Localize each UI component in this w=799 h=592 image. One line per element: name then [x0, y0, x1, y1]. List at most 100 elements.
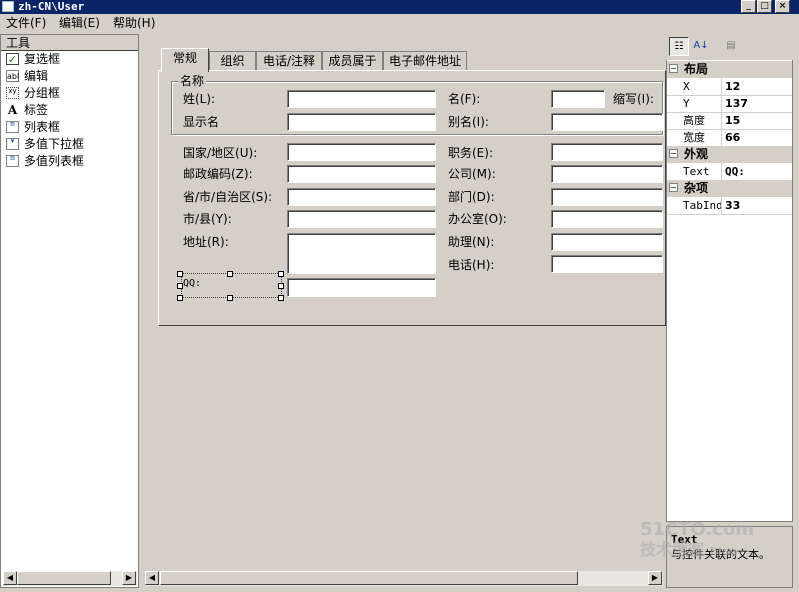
- job-title-label: 职务(E):: [448, 146, 493, 160]
- qq-label[interactable]: QQ:: [183, 276, 201, 291]
- canvas-scroll-thumb[interactable]: [160, 571, 578, 585]
- scroll-left-icon[interactable]: ◀: [145, 571, 159, 585]
- tab-member-of[interactable]: 成员属于: [322, 51, 383, 71]
- city-field[interactable]: [287, 210, 436, 228]
- address-field[interactable]: [287, 233, 436, 274]
- property-name: TabInd: [683, 197, 722, 214]
- province-field[interactable]: [287, 188, 436, 206]
- property-row-x[interactable]: X 12: [667, 78, 792, 96]
- tool-combobox[interactable]: ▾ 多值下拉框: [2, 136, 136, 153]
- qq-field[interactable]: [287, 278, 436, 297]
- property-row-y[interactable]: Y 137: [667, 95, 792, 113]
- office-field[interactable]: [551, 210, 663, 228]
- listbox-icon: ≡: [6, 121, 19, 133]
- alias-field[interactable]: [551, 113, 663, 131]
- office-label: 办公室(O):: [448, 212, 507, 226]
- collapse-icon[interactable]: −: [669, 183, 678, 192]
- tool-listbox[interactable]: ≡ 列表框: [2, 119, 136, 136]
- maximize-button[interactable]: □: [757, 0, 772, 13]
- property-value[interactable]: 15: [725, 112, 740, 129]
- job-title-field[interactable]: [551, 143, 663, 161]
- groupbox-icon: xy: [6, 87, 19, 99]
- last-name-field[interactable]: [287, 90, 436, 108]
- categorized-icon[interactable]: ☷: [669, 37, 689, 56]
- phone-field[interactable]: [551, 255, 663, 273]
- resize-handle[interactable]: [278, 295, 284, 301]
- window-title: zh-CN\User: [18, 0, 85, 13]
- display-name-label: 显示名: [183, 115, 220, 129]
- country-label: 国家/地区(U):: [183, 146, 258, 160]
- category-layout[interactable]: − 布局: [667, 61, 792, 78]
- display-name-field[interactable]: [287, 113, 436, 131]
- close-button[interactable]: ×: [775, 0, 790, 13]
- scroll-right-icon[interactable]: ▶: [122, 571, 136, 585]
- title-bar[interactable]: zh-CN\User _ □ ×: [0, 0, 799, 14]
- property-value[interactable]: 33: [725, 197, 740, 214]
- tab-phone-notes[interactable]: 电话/注释: [256, 51, 322, 71]
- property-row-tabindex[interactable]: TabInd 33: [667, 197, 792, 215]
- property-value[interactable]: 66: [725, 129, 740, 146]
- scroll-right-icon[interactable]: ▶: [648, 571, 662, 585]
- resize-handle[interactable]: [227, 295, 233, 301]
- groupbox-title: 名称: [178, 74, 207, 88]
- country-field[interactable]: [287, 143, 436, 161]
- department-field[interactable]: [551, 188, 663, 206]
- label-icon: A: [7, 103, 18, 117]
- tool-label: 多值列表框: [24, 154, 85, 168]
- postal-code-label: 邮政编码(Z):: [183, 167, 253, 181]
- tool-label: 复选框: [24, 52, 61, 66]
- property-pages-icon[interactable]: ▤: [721, 37, 741, 56]
- property-row-height[interactable]: 高度 15: [667, 112, 792, 130]
- postal-code-field[interactable]: [287, 165, 436, 183]
- tool-label: 分组框: [24, 86, 61, 100]
- company-field[interactable]: [551, 165, 663, 183]
- app-icon: [2, 1, 14, 12]
- menu-file[interactable]: 文件(F): [6, 16, 46, 31]
- property-row-text[interactable]: Text QQ:: [667, 163, 792, 181]
- resize-handle[interactable]: [278, 271, 284, 277]
- province-label: 省/市/自治区(S):: [183, 190, 273, 204]
- property-name: 宽度: [683, 129, 722, 146]
- minimize-button[interactable]: _: [741, 0, 756, 13]
- menu-edit[interactable]: 编辑(E): [59, 16, 100, 31]
- category-appearance[interactable]: − 外观: [667, 146, 792, 163]
- menu-help[interactable]: 帮助(H): [113, 16, 155, 31]
- assistant-field[interactable]: [551, 233, 663, 251]
- toolbox-scroll-thumb[interactable]: [17, 571, 111, 585]
- property-value[interactable]: 12: [725, 78, 740, 95]
- resize-handle[interactable]: [227, 271, 233, 277]
- menu-bar: 文件(F) 编辑(E) 帮助(H): [0, 14, 799, 33]
- first-name-field[interactable]: [551, 90, 605, 108]
- alphabetical-sort-icon[interactable]: A↓: [691, 37, 711, 56]
- company-label: 公司(M):: [448, 167, 496, 181]
- tool-label: 列表框: [24, 120, 61, 134]
- collapse-icon[interactable]: −: [669, 64, 678, 73]
- phone-label: 电话(H):: [448, 258, 495, 272]
- collapse-icon[interactable]: −: [669, 149, 678, 158]
- property-value[interactable]: 137: [725, 95, 748, 112]
- tool-label[interactable]: A 标签: [2, 102, 136, 119]
- category-title: 布局: [684, 62, 709, 76]
- resize-handle[interactable]: [177, 283, 183, 289]
- property-value[interactable]: QQ:: [725, 163, 745, 180]
- tool-multilist[interactable]: ≡ 多值列表框: [2, 153, 136, 170]
- tool-checkbox[interactable]: ✓ 复选框: [2, 51, 136, 68]
- property-toolbar: ☷ A↓ ▤: [666, 34, 793, 60]
- textbox-icon: abl: [6, 70, 20, 82]
- checkbox-icon: ✓: [6, 53, 19, 66]
- resize-handle[interactable]: [177, 295, 183, 301]
- tab-email-addresses[interactable]: 电子邮件地址: [383, 51, 467, 71]
- property-row-width[interactable]: 宽度 66: [667, 129, 792, 147]
- department-label: 部门(D):: [448, 190, 495, 204]
- tab-organization[interactable]: 组织: [209, 51, 256, 71]
- assistant-label: 助理(N):: [448, 235, 495, 249]
- tab-general[interactable]: 常规: [161, 48, 209, 72]
- category-misc[interactable]: − 杂项: [667, 180, 792, 197]
- category-title: 外观: [684, 147, 709, 161]
- resize-handle[interactable]: [278, 283, 284, 289]
- resize-handle[interactable]: [177, 271, 183, 277]
- property-name: X: [683, 78, 722, 95]
- scroll-left-icon[interactable]: ◀: [3, 571, 17, 585]
- tool-groupbox[interactable]: xy 分组框: [2, 85, 136, 102]
- tool-textbox[interactable]: abl 编辑: [2, 68, 136, 85]
